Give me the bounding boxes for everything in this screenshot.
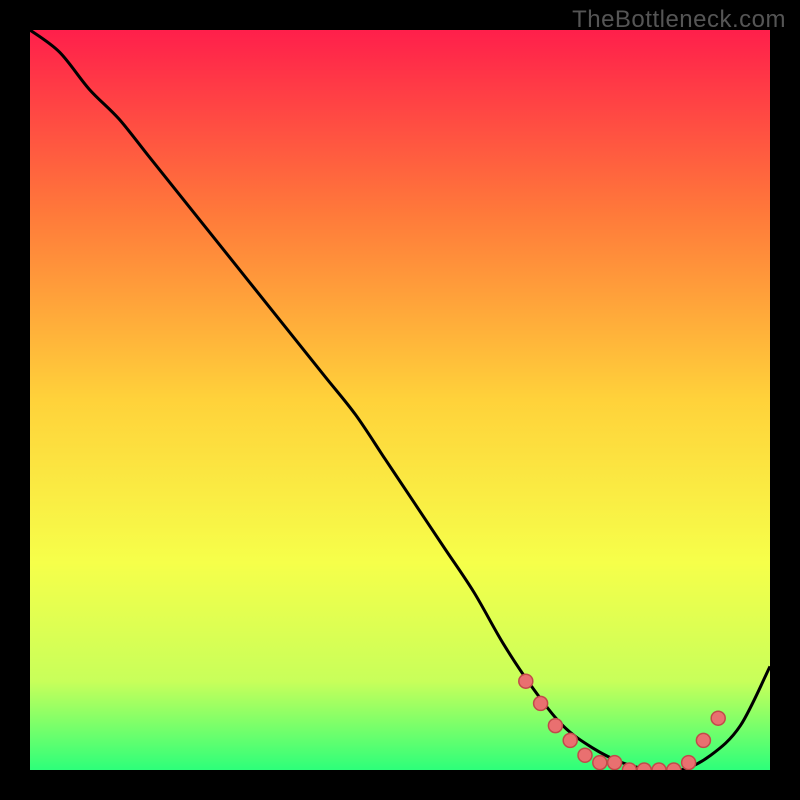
highlight-dot [534,696,548,710]
highlight-dot [711,711,725,725]
highlight-dot [593,756,607,770]
chart-svg [30,30,770,770]
highlight-dot [667,763,681,770]
highlight-dot [637,763,651,770]
highlight-dot [563,733,577,747]
highlight-dot [519,674,533,688]
gradient-background [30,30,770,770]
highlight-dot [622,763,636,770]
chart-frame: TheBottleneck.com [0,0,800,800]
highlight-dot [652,763,666,770]
watermark-text: TheBottleneck.com [572,6,786,34]
highlight-dot [608,756,622,770]
highlight-dot [578,748,592,762]
plot-area [30,30,770,770]
highlight-dot [548,719,562,733]
highlight-dot [696,733,710,747]
highlight-dot [682,756,696,770]
